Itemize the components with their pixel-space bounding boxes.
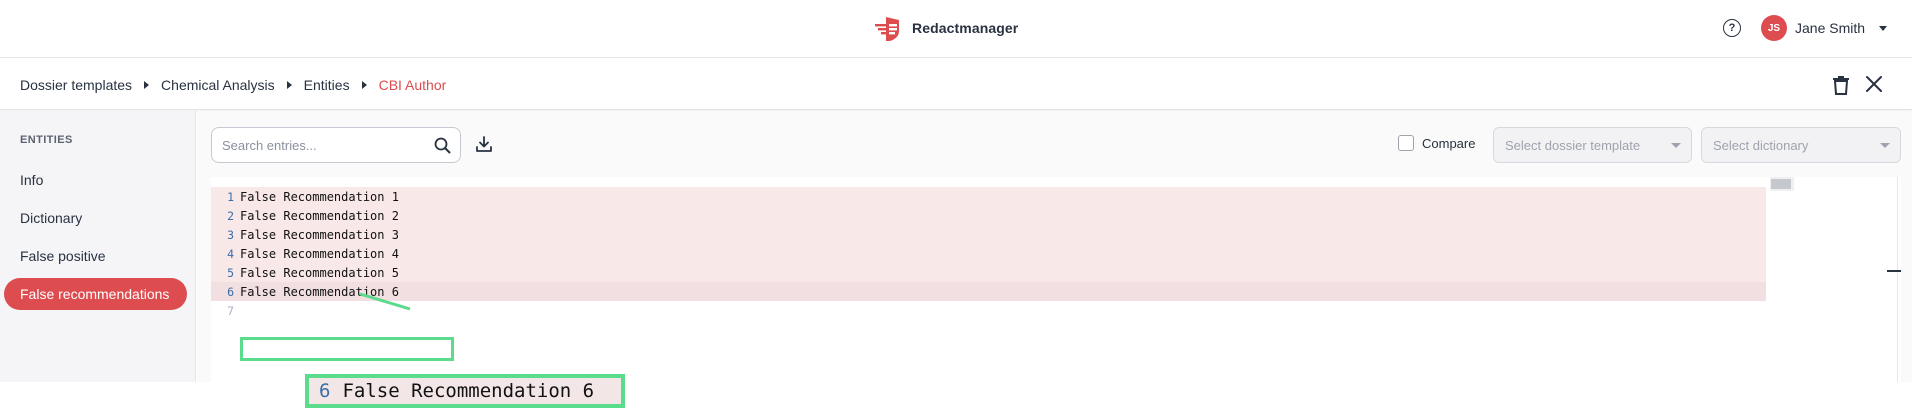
- search-box: [211, 127, 461, 163]
- line-text: False Recommendation 5: [240, 265, 399, 280]
- chevron-down-icon: [1671, 143, 1681, 148]
- breadcrumb-current: CBI Author: [378, 76, 447, 93]
- line-text: False Recommendation 2: [240, 208, 399, 223]
- line-number: 3: [227, 227, 234, 242]
- editor-line[interactable]: 4 False Recommendation 4: [211, 244, 1766, 263]
- user-name: Jane Smith: [1795, 20, 1866, 36]
- editor-line-current[interactable]: 6 False Recommendation 6: [211, 282, 1766, 301]
- search-icon[interactable]: [434, 137, 451, 154]
- editor-line[interactable]: 2 False Recommendation 2: [211, 206, 1766, 225]
- user-menu[interactable]: JS Jane Smith: [1761, 15, 1888, 41]
- compare-label: Compare: [1422, 135, 1476, 151]
- callout-line-text: False Recommendation 6: [342, 380, 595, 402]
- line-number: 2: [227, 208, 234, 223]
- close-icon[interactable]: [1864, 74, 1884, 94]
- brand-name: Redactmanager: [912, 20, 1019, 36]
- callout-highlight-frame: [240, 337, 454, 361]
- brand[interactable]: Redactmanager: [872, 12, 1018, 44]
- editor-line[interactable]: 1 False Recommendation 1: [211, 187, 1766, 206]
- line-text: False Recommendation 6: [240, 284, 399, 299]
- line-number: 6: [227, 284, 234, 299]
- sidebar: ENTITIES Info Dictionary False positive …: [0, 111, 196, 382]
- breadcrumb-entities[interactable]: Entities: [304, 77, 350, 93]
- sidebar-item-false-recommendations[interactable]: False recommendations: [4, 278, 187, 310]
- breadcrumb-separator-icon: [286, 80, 292, 89]
- breadcrumb-separator-icon: [144, 80, 150, 89]
- delete-icon[interactable]: [1832, 75, 1850, 95]
- editor-line[interactable]: 5 False Recommendation 5: [211, 263, 1766, 282]
- breadcrumb-chemical-analysis[interactable]: Chemical Analysis: [161, 77, 275, 93]
- line-number: 1: [227, 189, 234, 204]
- callout-zoom: 6 False Recommendation 6: [305, 374, 625, 408]
- dictionary-select-placeholder: Select dictionary: [1713, 137, 1809, 153]
- cursor-position-marker: [1887, 270, 1901, 272]
- breadcrumb-separator-icon: [361, 80, 367, 89]
- chevron-down-icon: [1879, 25, 1888, 31]
- compare-checkbox[interactable]: [1398, 135, 1414, 151]
- line-number: 4: [227, 246, 234, 261]
- line-text: False Recommendation 4: [240, 246, 399, 261]
- compare-toggle[interactable]: Compare: [1398, 135, 1475, 151]
- help-icon[interactable]: ?: [1723, 19, 1741, 37]
- redactmanager-logo-icon: [875, 17, 899, 41]
- dossier-template-select[interactable]: Select dossier template: [1493, 127, 1692, 163]
- overview-ruler: [1897, 177, 1898, 382]
- line-text: False Recommendation 1: [240, 189, 399, 204]
- breadcrumb: Dossier templates Chemical Analysis Enti…: [20, 59, 446, 110]
- top-bar: Redactmanager ? JS Jane Smith: [0, 0, 1912, 58]
- main-content: Compare Select dossier template Select d…: [197, 111, 1912, 408]
- minimap[interactable]: [1770, 177, 1794, 191]
- sidebar-item-info[interactable]: Info: [4, 164, 187, 196]
- dossier-template-select-placeholder: Select dossier template: [1505, 137, 1641, 153]
- breadcrumb-bar: Dossier templates Chemical Analysis Enti…: [0, 59, 1912, 110]
- line-number: 5: [227, 265, 234, 280]
- callout-line-number: 6: [319, 380, 331, 402]
- sidebar-heading: ENTITIES: [20, 134, 73, 146]
- sidebar-item-dictionary[interactable]: Dictionary: [4, 202, 187, 234]
- editor-line[interactable]: 3 False Recommendation 3: [211, 225, 1766, 244]
- line-text: False Recommendation 3: [240, 227, 399, 242]
- code-editor[interactable]: 1 False Recommendation 1 2 False Recomme…: [211, 177, 1901, 408]
- search-input[interactable]: [222, 128, 422, 162]
- line-number: 7: [227, 303, 234, 318]
- sidebar-item-false-positive[interactable]: False positive: [4, 240, 187, 272]
- chevron-down-icon: [1880, 143, 1890, 148]
- breadcrumb-dossier-templates[interactable]: Dossier templates: [20, 77, 132, 93]
- editor-line[interactable]: 7: [211, 301, 1766, 320]
- download-icon[interactable]: [475, 135, 493, 153]
- dictionary-select[interactable]: Select dictionary: [1701, 127, 1901, 163]
- avatar: JS: [1761, 15, 1787, 41]
